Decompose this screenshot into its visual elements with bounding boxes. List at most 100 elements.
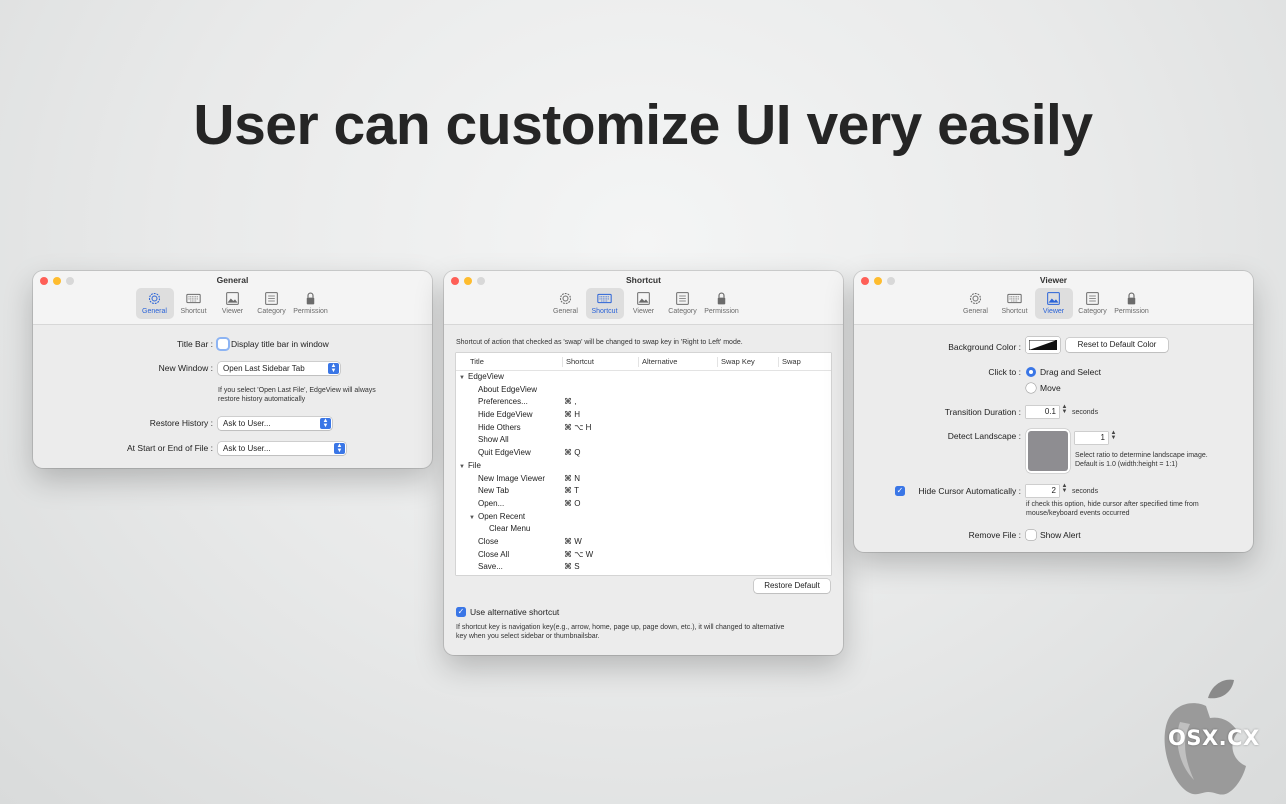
- row-title: ▼ Open Recent: [469, 511, 525, 525]
- table-row[interactable]: ▼ File: [456, 460, 831, 473]
- tab-viewer[interactable]: Viewer: [1034, 288, 1073, 319]
- general-window: General General Shortcut Viewer Category…: [33, 271, 432, 468]
- row-title: ▼ EdgeView: [459, 371, 504, 385]
- row-title: Open...: [478, 498, 504, 511]
- restore-history-select[interactable]: Ask to User... ▲ ▼: [218, 417, 332, 430]
- chevron-updown-icon: ▲ ▼: [328, 363, 339, 374]
- gear-icon: [559, 292, 572, 305]
- table-row[interactable]: Save... ⌘ S: [456, 561, 831, 574]
- transition-stepper[interactable]: ▲ ▼: [1061, 404, 1068, 415]
- table-row[interactable]: Hide EdgeView ⌘ H: [456, 409, 831, 422]
- tab-permission[interactable]: Permission: [703, 288, 741, 319]
- column-title[interactable]: Title: [467, 357, 484, 367]
- tab-shortcut[interactable]: Shortcut: [175, 288, 213, 319]
- row-shortcut[interactable]: ⌘ H: [564, 409, 580, 422]
- detect-landscape-stepper[interactable]: ▲ ▼: [1110, 430, 1117, 441]
- row-title-text: Hide Others: [478, 422, 521, 432]
- detect-note-1: Select ratio to determine landscape imag…: [1075, 452, 1208, 459]
- hide-cursor-input[interactable]: 2: [1026, 485, 1059, 497]
- tab-label: Category: [668, 308, 697, 315]
- table-header: Title Shortcut Alternative Swap Key Swap: [456, 353, 831, 371]
- tab-label: Viewer: [221, 308, 244, 315]
- table-row[interactable]: Clear Menu: [456, 523, 831, 536]
- gear-icon: [969, 292, 982, 305]
- table-row[interactable]: ▼ Open Recent: [456, 511, 831, 524]
- column-alternative[interactable]: Alternative: [638, 357, 677, 367]
- bg-color-well[interactable]: [1026, 337, 1060, 353]
- row-shortcut[interactable]: ⌘ Q: [564, 447, 580, 460]
- row-title: About EdgeView: [478, 384, 537, 397]
- row-shortcut[interactable]: ⌘ ⌥ W: [564, 549, 593, 562]
- window-title: Shortcut: [626, 275, 661, 285]
- tab-general[interactable]: General: [547, 288, 585, 319]
- row-shortcut[interactable]: ⌘ O: [564, 498, 580, 511]
- shortcut-table: Title Shortcut Alternative Swap Key Swap…: [456, 353, 831, 575]
- hide-cursor-stepper[interactable]: ▲ ▼: [1061, 483, 1068, 494]
- tab-general[interactable]: General: [135, 288, 174, 319]
- radio-move[interactable]: [1026, 383, 1036, 393]
- title-bar: General General Shortcut Viewer Category…: [33, 271, 432, 325]
- row-shortcut[interactable]: ⌘ W: [564, 536, 582, 549]
- tab-category[interactable]: Category: [664, 288, 702, 319]
- lock-icon: [306, 292, 315, 305]
- row-shortcut[interactable]: ⌘ N: [564, 473, 580, 486]
- table-row[interactable]: ▼ EdgeView: [456, 371, 831, 384]
- transition-label: Transition Duration :: [944, 407, 1021, 417]
- alt-note-2: key when you select sidebar or thumbnail…: [456, 633, 600, 640]
- tab-label: Permission: [1114, 308, 1149, 315]
- column-shortcut[interactable]: Shortcut: [562, 357, 594, 367]
- reset-color-button[interactable]: Reset to Default Color: [1066, 338, 1168, 352]
- table-row[interactable]: Preferences... ⌘ ,: [456, 396, 831, 409]
- alt-shortcut-checkbox[interactable]: ✓: [456, 607, 466, 617]
- title-bar-checkbox[interactable]: [218, 339, 228, 349]
- new-window-select[interactable]: Open Last Sidebar Tab ▲ ▼: [218, 362, 340, 375]
- start-end-select[interactable]: Ask to User... ▲ ▼: [218, 442, 346, 455]
- row-shortcut[interactable]: ⌘ T: [564, 485, 579, 498]
- color-swatch-icon: [1029, 340, 1057, 350]
- new-window-label: New Window :: [158, 363, 213, 373]
- tab-shortcut[interactable]: Shortcut: [585, 288, 624, 319]
- radio-drag-select-label: Drag and Select: [1040, 367, 1101, 377]
- row-title-text: Clear Menu: [489, 524, 531, 534]
- tab-viewer[interactable]: Viewer: [214, 288, 252, 319]
- table-row[interactable]: Close All ⌘ ⌥ W: [456, 549, 831, 562]
- restore-default-button[interactable]: Restore Default: [754, 579, 830, 593]
- restore-history-label: Restore History :: [149, 418, 213, 428]
- table-row[interactable]: Show All: [456, 434, 831, 447]
- tab-general[interactable]: General: [957, 288, 995, 319]
- shortcut-window: Shortcut General Shortcut Viewer Categor…: [444, 271, 843, 655]
- window-title: Viewer: [1039, 275, 1068, 285]
- tab-category[interactable]: Category: [253, 288, 291, 319]
- table-row[interactable]: Close ⌘ W: [456, 536, 831, 549]
- table-row[interactable]: About EdgeView: [456, 384, 831, 397]
- detect-landscape-input[interactable]: 1: [1075, 432, 1108, 444]
- row-shortcut[interactable]: ⌘ ⌥ H: [564, 422, 591, 435]
- table-row[interactable]: New Tab ⌘ T: [456, 485, 831, 498]
- tab-permission[interactable]: Permission: [292, 288, 330, 319]
- tab-category[interactable]: Category: [1074, 288, 1112, 319]
- row-shortcut[interactable]: ⌘ ,: [564, 396, 576, 409]
- tab-shortcut[interactable]: Shortcut: [996, 288, 1034, 319]
- tab-viewer[interactable]: Viewer: [625, 288, 663, 319]
- row-shortcut[interactable]: ⌘ S: [564, 561, 580, 574]
- tab-permission[interactable]: Permission: [1113, 288, 1151, 319]
- show-alert-checkbox[interactable]: [1026, 530, 1036, 540]
- column-swap[interactable]: Swap: [778, 357, 801, 367]
- table-row[interactable]: Open... ⌘ O: [456, 498, 831, 511]
- radio-drag-select[interactable]: [1026, 367, 1036, 377]
- transition-input[interactable]: 0.1: [1026, 406, 1059, 418]
- detect-landscape-label: Detect Landscape :: [947, 431, 1021, 441]
- row-title-text: Open...: [478, 498, 505, 508]
- show-alert-label: Show Alert: [1040, 530, 1081, 540]
- column-swap-key[interactable]: Swap Key: [717, 357, 755, 367]
- keyboard-icon: [1007, 293, 1022, 304]
- table-row[interactable]: Hide Others ⌘ ⌥ H: [456, 422, 831, 435]
- row-title-text: New Image Viewer: [478, 473, 545, 483]
- viewer-window: Viewer General Shortcut Viewer Category …: [854, 271, 1253, 552]
- table-row[interactable]: New Image Viewer ⌘ N: [456, 473, 831, 486]
- row-title: New Image Viewer: [478, 473, 545, 486]
- list-icon: [265, 292, 278, 305]
- tab-label: Permission: [293, 308, 328, 315]
- table-row[interactable]: Quit EdgeView ⌘ Q: [456, 447, 831, 460]
- row-title: Clear Menu: [489, 523, 530, 536]
